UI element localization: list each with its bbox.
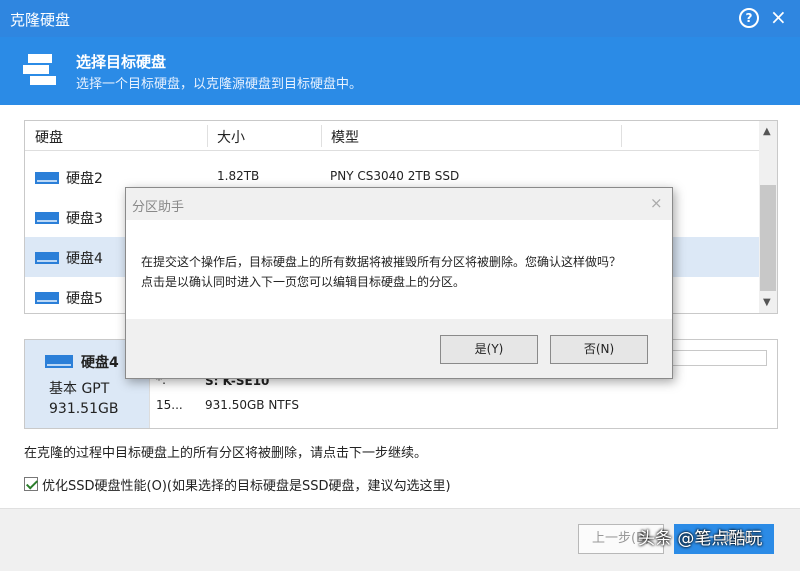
ssd-optimize-label[interactable]: 优化SSD硬盘性能(O)(如果选择的目标硬盘是SSD硬盘，建议勾选这里): [42, 475, 451, 494]
ssd-optimize-checkbox[interactable]: [24, 477, 38, 491]
step-subtitle: 选择一个目标硬盘，以克隆源硬盘到目标硬盘中。: [76, 77, 363, 92]
confirm-dialog: 分区助手 × 在提交这个操作后，目标硬盘上的所有数据将被摧毁所有分区将被删除。您…: [125, 187, 673, 379]
dialog-no-button[interactable]: 否(N): [550, 335, 648, 364]
help-icon[interactable]: ?: [739, 8, 759, 28]
disk-list-header: 硬盘 大小 模型: [25, 121, 759, 151]
dialog-title: 分区助手: [132, 200, 185, 215]
disk-name: 硬盘2: [66, 171, 103, 187]
column-separator: [621, 125, 622, 147]
partition-size: 15...: [156, 398, 183, 412]
detail-disk-name: 硬盘4: [81, 355, 119, 371]
disk-icon: [35, 252, 59, 264]
disk-name: 硬盘4: [66, 251, 103, 267]
title-bar: 克隆硬盘 ? ×: [0, 0, 800, 37]
disk-model: PNY CS3040 2TB SSD: [330, 169, 460, 183]
dialog-message-area: 在提交这个操作后，目标硬盘上的所有数据将被摧毁所有分区将被删除。您确认这样做吗？…: [126, 220, 672, 319]
disk-icon: [45, 355, 73, 368]
column-model[interactable]: 模型: [331, 127, 359, 147]
dialog-yes-button[interactable]: 是(Y): [440, 335, 538, 364]
scrollbar-thumb[interactable]: [760, 185, 776, 291]
dialog-close-icon[interactable]: ×: [650, 194, 663, 212]
disk-icon: [35, 172, 59, 184]
dialog-message-line-1: 在提交这个操作后，目标硬盘上的所有数据将被摧毁所有分区将被删除。您确认这样做吗？: [141, 255, 622, 269]
column-separator: [321, 125, 322, 147]
disk-name: 硬盘5: [66, 291, 103, 307]
scroll-down-arrow-icon[interactable]: ▼: [763, 297, 771, 308]
disk-icon: [35, 292, 59, 304]
dialog-message-line-2: 点击是以确认同时进入下一页您可以编辑目标硬盘上的分区。: [141, 275, 466, 289]
detail-disk-type: 基本 GPT: [49, 381, 110, 397]
window-title: 克隆硬盘: [10, 11, 71, 29]
scroll-up-arrow-icon[interactable]: ▲: [763, 126, 771, 137]
column-size[interactable]: 大小: [217, 127, 245, 147]
step-title: 选择目标硬盘: [76, 53, 167, 71]
disk-icon: [35, 212, 59, 224]
step-header: 选择目标硬盘 选择一个目标硬盘，以克隆源硬盘到目标硬盘中。: [0, 37, 800, 105]
partition-info: 931.50GB NTFS: [205, 398, 299, 412]
column-disk[interactable]: 硬盘: [35, 127, 63, 147]
disk-list-scrollbar[interactable]: ▲ ▼: [759, 121, 777, 313]
disk-clone-icon: [23, 54, 56, 85]
detail-disk-size: 931.51GB: [49, 401, 119, 417]
window-close-icon[interactable]: ×: [770, 6, 787, 28]
warning-notice: 在克隆的过程中目标硬盘上的所有分区将被删除，请点击下一步继续。: [24, 446, 428, 461]
watermark-text: 头条 @笔点酷玩: [638, 529, 763, 549]
disk-size: 1.82TB: [217, 169, 260, 183]
column-separator: [207, 125, 208, 147]
disk-name: 硬盘3: [66, 211, 103, 227]
